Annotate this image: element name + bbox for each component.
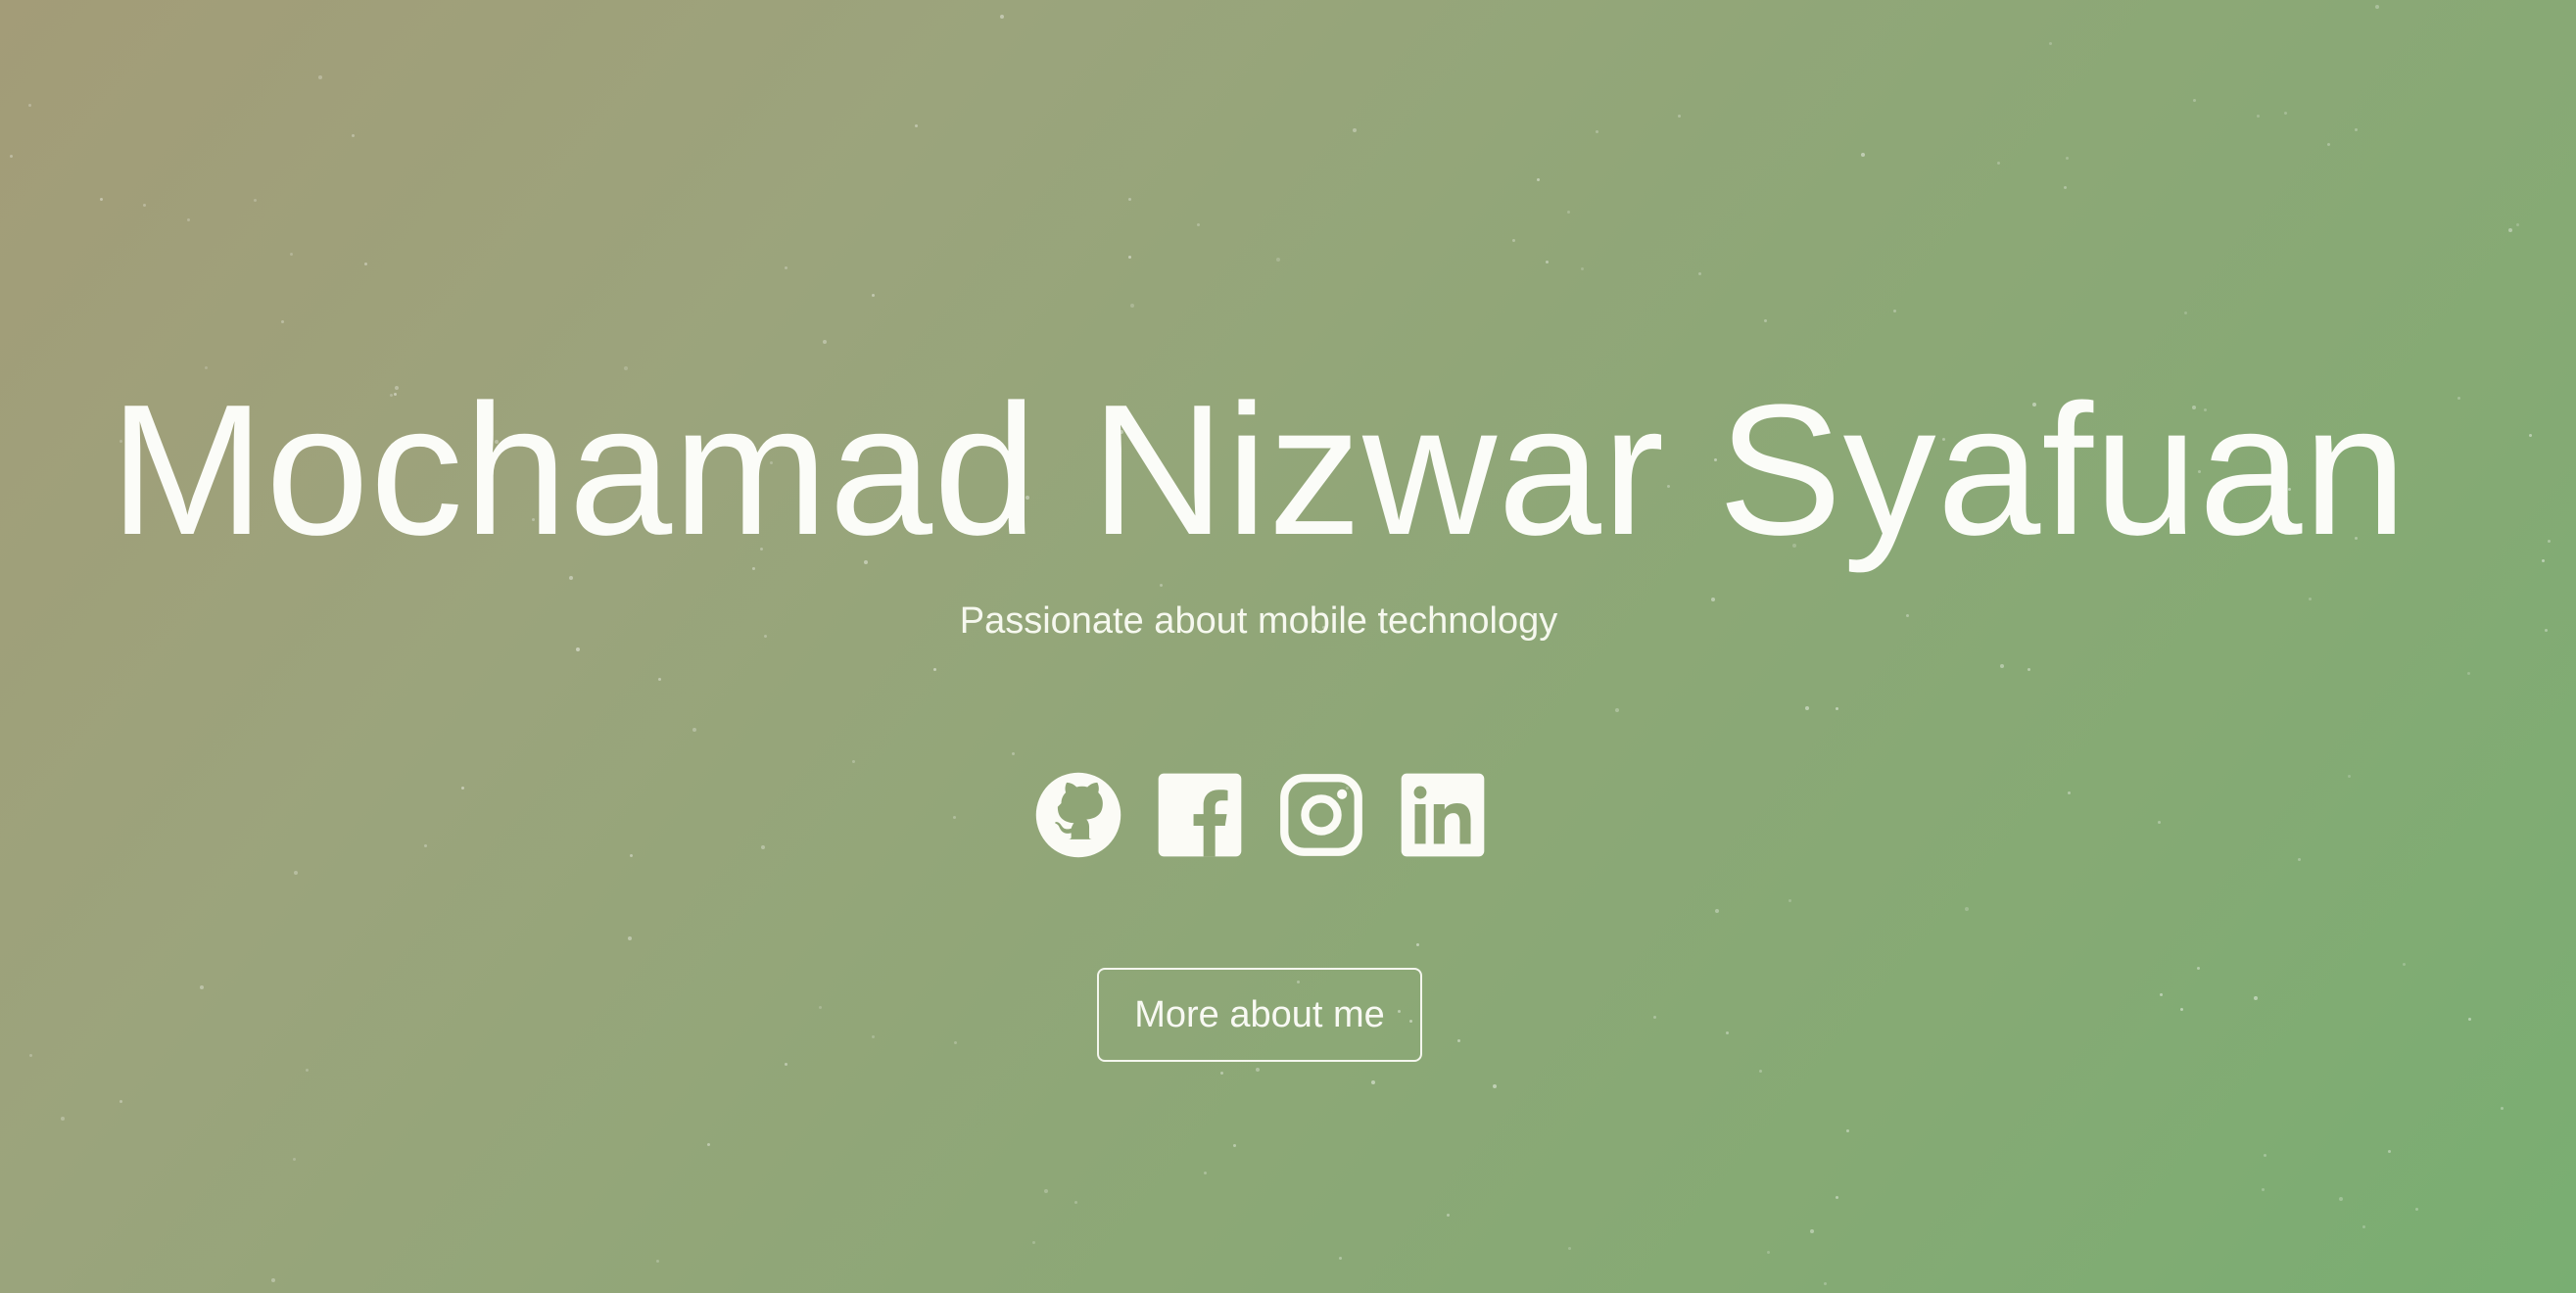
instagram-icon <box>1280 774 1362 856</box>
linkedin-link[interactable] <box>1398 770 1488 860</box>
github-icon <box>1035 772 1121 858</box>
instagram-link[interactable] <box>1276 770 1366 860</box>
facebook-icon <box>1158 773 1242 857</box>
facebook-link[interactable] <box>1155 770 1245 860</box>
github-link[interactable] <box>1033 770 1123 860</box>
more-about-me-button[interactable]: More about me <box>1097 968 1422 1062</box>
hero-content: Mochamad Nizwar Syafuan Passionate about… <box>0 0 2576 1293</box>
hero-title: Mochamad Nizwar Syafuan <box>109 366 2409 574</box>
hero-tagline: Passionate about mobile technology <box>959 600 1558 642</box>
social-links <box>1033 770 1488 860</box>
linkedin-icon <box>1401 773 1485 857</box>
hero-section: Mochamad Nizwar Syafuan Passionate about… <box>0 0 2576 1293</box>
